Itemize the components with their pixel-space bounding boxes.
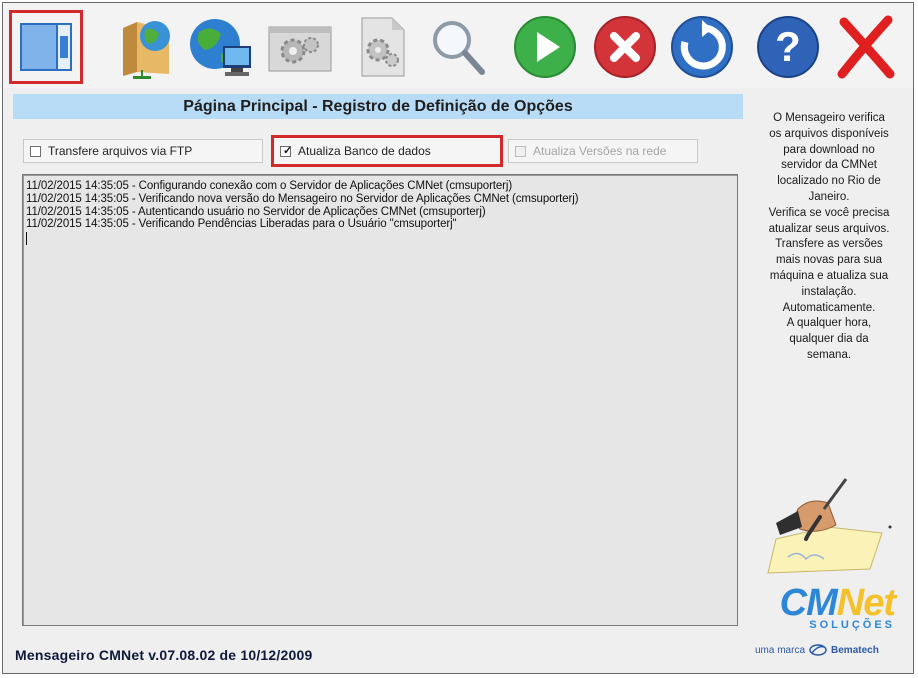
application-window: ? Página Principal - Registro de Definiç… bbox=[2, 2, 914, 674]
log-textarea[interactable]: 11/02/2015 14:35:05 - Configurando conex… bbox=[22, 174, 738, 626]
internet-connection-button[interactable] bbox=[183, 10, 257, 84]
svg-text:?: ? bbox=[775, 23, 801, 70]
window-layout-icon bbox=[20, 23, 72, 71]
info-line: qualquer dia da bbox=[789, 333, 869, 346]
gears-document-icon bbox=[361, 17, 405, 77]
writing-hand-icon bbox=[767, 478, 892, 574]
info-line: localizado no Rio de bbox=[777, 175, 881, 188]
refresh-icon bbox=[671, 16, 733, 78]
help-button[interactable]: ? bbox=[751, 10, 825, 84]
update-database-label: Atualiza Banco de dados bbox=[298, 144, 431, 158]
checkbox-box-checked[interactable]: ✓ bbox=[280, 144, 293, 157]
settings-document-button[interactable] bbox=[346, 10, 420, 84]
magnifier-icon bbox=[433, 21, 485, 75]
page-title: Página Principal - Registro de Definição… bbox=[13, 94, 743, 119]
cmnet-logo: CMNet SOLUÇÕES bbox=[753, 583, 905, 631]
checkbox-box-disabled bbox=[515, 145, 526, 157]
help-icon: ? bbox=[757, 16, 819, 78]
info-line: para download no bbox=[783, 143, 875, 156]
settings-button[interactable] bbox=[263, 10, 337, 84]
refresh-button[interactable] bbox=[665, 10, 739, 84]
checkmark-icon: ✓ bbox=[283, 144, 293, 157]
info-line: servidor da CMNet bbox=[781, 159, 877, 172]
stop-button[interactable] bbox=[588, 10, 662, 84]
play-icon bbox=[514, 16, 576, 78]
close-icon bbox=[837, 15, 895, 79]
version-label: Mensageiro CMNet v.07.08.02 de 10/12/200… bbox=[15, 647, 313, 663]
logo-net-text: Net bbox=[836, 582, 896, 624]
info-line: Transfere as versões bbox=[775, 238, 883, 251]
text-caret bbox=[26, 232, 27, 246]
update-network-versions-label: Atualiza Versões na rede bbox=[533, 144, 667, 158]
info-line: instalação. bbox=[801, 285, 857, 298]
logo-subtitle: SOLUÇÕES bbox=[809, 619, 895, 631]
options-row: Transfere arquivos via FTP ✓ Atualiza Ba… bbox=[13, 134, 743, 168]
brand-prefix: uma marca bbox=[755, 644, 806, 656]
info-line: semana. bbox=[806, 348, 852, 361]
info-line: Janeiro. bbox=[808, 190, 850, 203]
info-line: A qualquer hora, bbox=[786, 317, 872, 330]
bematech-logo-icon bbox=[809, 644, 827, 656]
brand-mark: uma marca Bematech bbox=[755, 644, 905, 656]
info-line: O Mensageiro verifica bbox=[773, 112, 885, 124]
info-line: Automaticamente. bbox=[782, 301, 876, 314]
logo-cm-text: CM bbox=[779, 582, 838, 624]
folder-globe-icon bbox=[123, 21, 170, 79]
search-button[interactable] bbox=[421, 10, 495, 84]
start-button[interactable] bbox=[508, 10, 582, 84]
stop-x-icon bbox=[594, 16, 656, 78]
ftp-transfer-label: Transfere arquivos via FTP bbox=[48, 144, 193, 158]
info-line: mais novas para sua bbox=[775, 254, 883, 267]
log-line: 11/02/2015 14:35:05 - Verificando nova v… bbox=[26, 192, 579, 205]
info-line: os arquivos disponíveis bbox=[769, 127, 889, 140]
gears-window-icon bbox=[268, 26, 332, 72]
info-line: máquina e atualiza sua bbox=[769, 269, 889, 282]
globe-computer-icon bbox=[190, 19, 251, 76]
update-network-versions-checkbox: Atualiza Versões na rede bbox=[508, 139, 698, 163]
info-panel: O Mensageiro verifica os arquivos dispon… bbox=[748, 111, 910, 364]
log-line: 11/02/2015 14:35:05 - Verificando Pendên… bbox=[26, 218, 457, 231]
exit-button[interactable] bbox=[829, 10, 903, 84]
info-line: Verifica se você precisa bbox=[768, 206, 890, 219]
brand-name: Bematech bbox=[831, 644, 879, 656]
checkbox-box[interactable] bbox=[30, 145, 41, 157]
update-database-checkbox[interactable]: ✓ Atualiza Banco de dados bbox=[271, 135, 503, 167]
log-line: 11/02/2015 14:35:05 - Configurando conex… bbox=[26, 180, 513, 192]
main-page-button[interactable] bbox=[9, 10, 83, 84]
log-line: 11/02/2015 14:35:05 - Autenticando usuár… bbox=[26, 205, 486, 218]
info-line: atualizar seus arquivos. bbox=[768, 222, 890, 235]
logo-text: CMNet bbox=[753, 583, 905, 623]
toolbar: ? bbox=[3, 3, 913, 88]
folder-network-button[interactable] bbox=[111, 10, 185, 84]
ftp-transfer-checkbox[interactable]: Transfere arquivos via FTP bbox=[23, 139, 263, 163]
